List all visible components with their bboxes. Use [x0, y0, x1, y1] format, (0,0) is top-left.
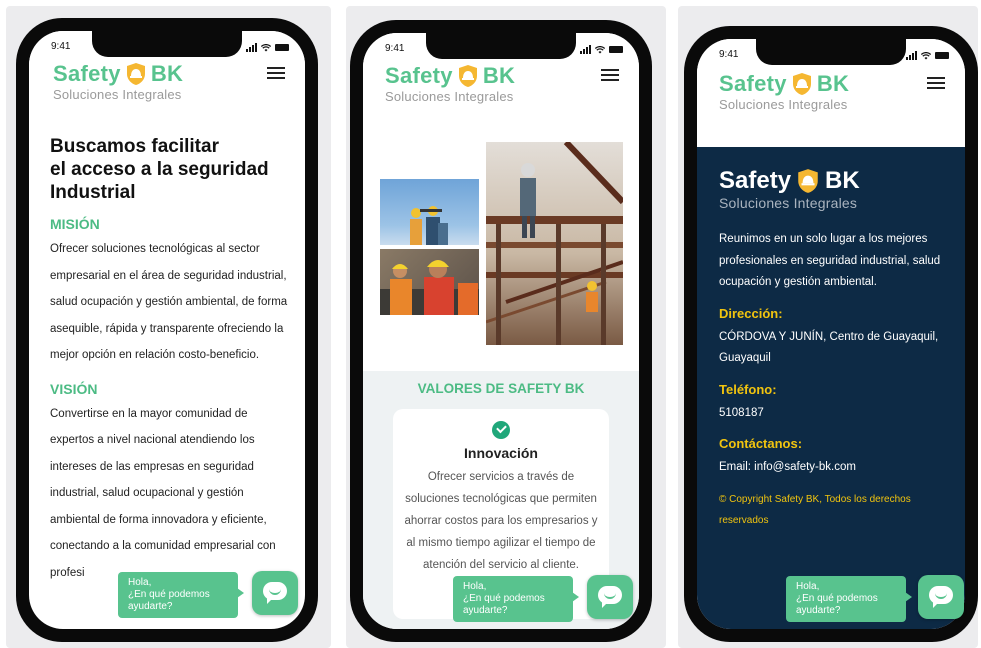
footer-tagline: Soluciones Integrales: [719, 195, 858, 211]
check-circle-icon: [492, 421, 510, 439]
chat-bubble-icon: [929, 586, 953, 608]
helmet-shield-icon: [126, 63, 145, 85]
title-line-1: Buscamos facilitar: [50, 136, 219, 157]
status-icons: [246, 43, 289, 52]
address-text: CÓRDOVA Y JUNÍN, Centro de Guayaquil, Gu…: [719, 330, 939, 365]
chat-bubble-icon: [598, 586, 622, 608]
status-bar: 9:41: [29, 41, 305, 57]
chat-greeting-bubble[interactable]: Hola, ¿En qué podemos ayudarte?: [453, 576, 579, 622]
phone-heading: Teléfono:: [719, 381, 777, 397]
brand-name-left: Safety: [385, 63, 453, 88]
mission-heading: MISIÓN: [50, 216, 100, 232]
signal-icon: [906, 51, 917, 60]
brand-logo[interactable]: Safety BK Soluciones Integrales: [719, 71, 849, 112]
status-icons: [580, 45, 623, 54]
value-card-title: Innovación: [464, 445, 538, 461]
battery-icon: [275, 44, 289, 51]
status-bar: 9:41: [363, 43, 639, 59]
status-icons: [906, 51, 949, 60]
brand-name-left: Safety: [719, 71, 787, 96]
chat-greeting-bubble[interactable]: Hola, ¿En qué podemos ayudarte?: [786, 576, 912, 622]
chat-button[interactable]: [252, 571, 298, 615]
menu-icon[interactable]: [601, 69, 619, 81]
chat-line-2: ¿En qué podemos: [463, 593, 545, 604]
status-time: 9:41: [51, 41, 71, 52]
phone-screen: 9:41 Safety BK Soluciones Integrales: [29, 31, 305, 629]
footer-intro: Reunimos en un solo lugar a los mejores …: [719, 233, 941, 288]
chat-button[interactable]: [918, 575, 964, 619]
chat-line-3: ayudarte?: [463, 605, 508, 616]
phone-screen: 9:41 Safety BK Soluciones Integrales: [363, 33, 639, 629]
helmet-shield-icon: [798, 169, 818, 193]
helmet-shield-icon: [792, 73, 811, 95]
status-time: 9:41: [385, 43, 405, 54]
signal-icon: [580, 45, 591, 54]
signal-icon: [246, 43, 257, 52]
brand-tagline: Soluciones Integrales: [53, 87, 182, 102]
address-heading: Dirección:: [719, 305, 783, 321]
values-heading: VALORES DE SAFETY BK: [417, 381, 585, 396]
chat-line-2: ¿En qué podemos: [796, 593, 878, 604]
phone-mockup-footer: 9:41 Safety BK Soluciones Integrales Saf…: [684, 26, 978, 642]
chat-line-1: Hola,: [463, 581, 487, 592]
brand-logo[interactable]: Safety BK Soluciones Integrales: [385, 63, 515, 104]
footer-brand-left: Safety: [719, 167, 792, 194]
brand-tagline: Soluciones Integrales: [719, 97, 848, 112]
menu-icon[interactable]: [927, 77, 945, 89]
helmet-shield-icon: [458, 65, 477, 87]
brand-name-right: BK: [816, 71, 850, 96]
mission-section: Buscamos facilitar el acceso a la seguri…: [50, 135, 291, 586]
brand-logo[interactable]: Safety BK Soluciones Integrales: [53, 61, 183, 102]
chat-line-3: ayudarte?: [128, 601, 173, 612]
chat-line-2: ¿En qué podemos: [128, 589, 210, 600]
value-card-text: Ofrecer servicios a través de soluciones…: [404, 471, 598, 571]
workers-closeup-photo: [380, 249, 479, 315]
brand-tagline: Soluciones Integrales: [385, 89, 514, 104]
phone-text[interactable]: 5108187: [719, 403, 943, 425]
wifi-icon: [261, 43, 271, 51]
brand-name-left: Safety: [53, 61, 121, 86]
steel-structure-photo: [486, 142, 623, 345]
vision-heading: VISIÓN: [50, 380, 98, 397]
photo-gallery: [363, 133, 639, 385]
chat-bubble-icon: [263, 582, 287, 604]
vision-text: Convertirse en la mayor comunidad de exp…: [50, 407, 276, 579]
battery-icon: [609, 46, 623, 53]
footer-brand-right: BK: [825, 167, 860, 194]
status-time: 9:41: [719, 49, 739, 60]
phone-mockup-mission: 9:41 Safety BK Soluciones Integrales Bus…: [16, 18, 318, 642]
copyright-text: © Copyright Safety BK, Todos los derecho…: [719, 493, 911, 526]
mission-text: Ofrecer soluciones tecnológicas al secto…: [50, 243, 288, 361]
battery-icon: [935, 52, 949, 59]
stage: 9:41 Safety BK Soluciones Integrales Bus…: [0, 0, 981, 648]
brand-name-right: BK: [150, 61, 184, 86]
phone-mockup-values: 9:41 Safety BK Soluciones Integrales VAL…: [350, 20, 652, 642]
title-line-2: el acceso a la seguridad: [50, 159, 269, 180]
page-title: Buscamos facilitar el acceso a la seguri…: [50, 135, 291, 204]
phone-screen: 9:41 Safety BK Soluciones Integrales: [697, 39, 965, 629]
wifi-icon: [921, 51, 931, 59]
chat-line-3: ayudarte?: [796, 605, 841, 616]
contact-email[interactable]: Email: info@safety-bk.com: [719, 457, 943, 479]
chat-line-1: Hola,: [128, 577, 152, 588]
workers-sky-photo: [380, 179, 479, 245]
site-footer: Safety BK Soluciones Integrales Reunimos…: [697, 147, 965, 629]
wifi-icon: [595, 45, 605, 53]
chat-greeting-bubble[interactable]: Hola, ¿En qué podemos ayudarte?: [118, 572, 244, 618]
menu-icon[interactable]: [267, 67, 285, 79]
footer-logo[interactable]: Safety BK: [719, 167, 943, 195]
chat-button[interactable]: [587, 575, 633, 619]
title-line-3: Industrial: [50, 182, 136, 203]
contact-heading: Contáctanos:: [719, 436, 803, 451]
chat-line-1: Hola,: [796, 581, 820, 592]
status-bar: 9:41: [697, 49, 965, 65]
brand-name-right: BK: [482, 63, 516, 88]
